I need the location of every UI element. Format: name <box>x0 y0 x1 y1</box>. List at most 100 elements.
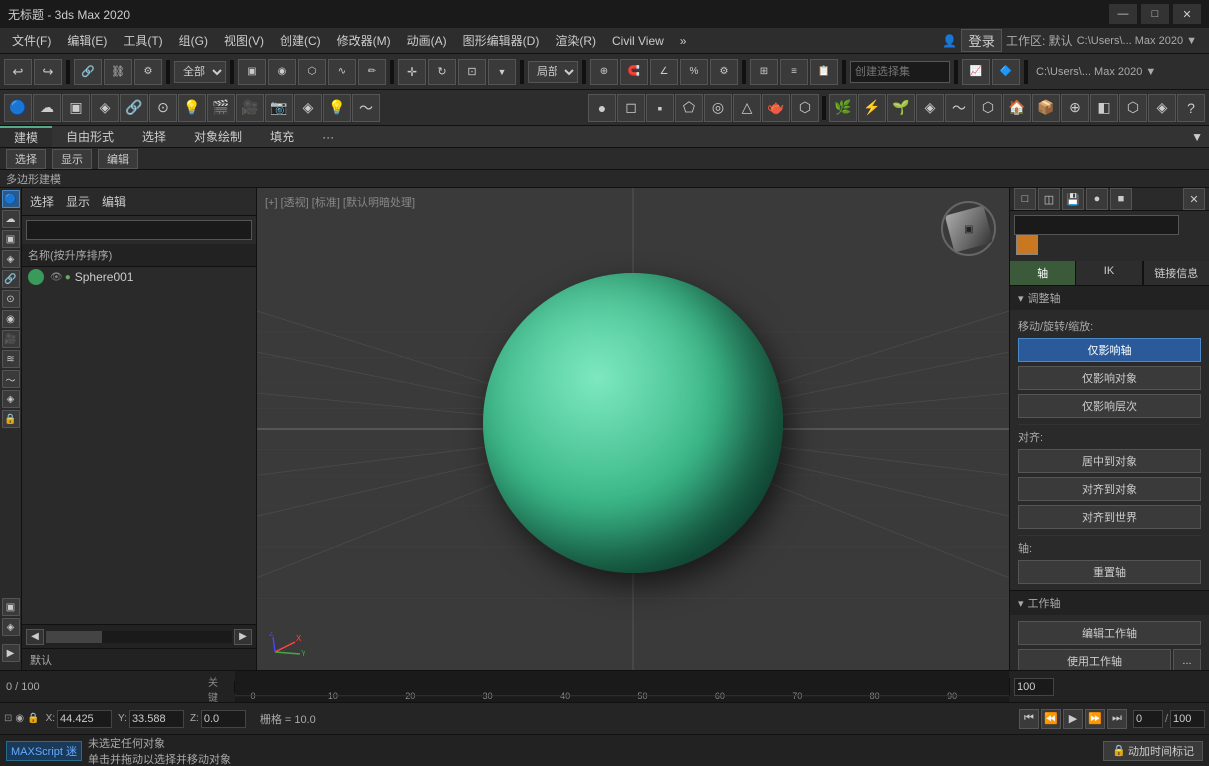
ls-icon-10[interactable]: 〜 <box>2 370 20 388</box>
select-lasso-button[interactable]: ∿ <box>328 59 356 85</box>
login-button[interactable]: 登录 <box>961 29 1002 52</box>
street-icon[interactable]: 📦 <box>1032 94 1060 122</box>
bolt-icon[interactable]: ⚡ <box>858 94 886 122</box>
menu-group[interactable]: 组(G) <box>171 30 216 51</box>
ls-icon-bottom2[interactable]: ◈ <box>2 618 20 636</box>
timeline-track[interactable]: 0 10 20 30 40 50 60 70 80 90 <box>235 671 1009 702</box>
motion-icon[interactable]: ⊙ <box>149 94 177 122</box>
ls-icon-bottom1[interactable]: ▣ <box>2 598 20 616</box>
move-button[interactable]: ✛ <box>398 59 426 85</box>
spinner-snap[interactable]: ⚙ <box>710 59 738 85</box>
ls-icon-2[interactable]: ☁ <box>2 210 20 228</box>
bind-button[interactable]: ⚙ <box>134 59 162 85</box>
total-frames-input[interactable] <box>1170 710 1205 728</box>
tree-icon[interactable]: 🌿 <box>829 94 857 122</box>
unlink-button[interactable]: ⛓ <box>104 59 132 85</box>
water-icon[interactable]: 〜 <box>945 94 973 122</box>
menu-file[interactable]: 文件(F) <box>4 30 59 51</box>
angle-snap[interactable]: ∠ <box>650 59 678 85</box>
extra3-icon[interactable]: ◈ <box>294 94 322 122</box>
percent-snap[interactable]: % <box>680 59 708 85</box>
menu-tools[interactable]: 工具(T) <box>115 30 170 51</box>
play-prev-btn[interactable]: ⏪ <box>1041 709 1061 729</box>
tab-axis[interactable]: 轴 <box>1010 261 1076 285</box>
redo-button[interactable]: ↪ <box>34 59 62 85</box>
cylinder-icon[interactable]: ⬠ <box>675 94 703 122</box>
rp-sphere[interactable]: ● <box>1086 188 1108 210</box>
ls-expand-btn[interactable]: ▶ <box>2 644 20 662</box>
sidebar-display-tab[interactable]: 显示 <box>66 193 90 210</box>
scrollbar-track[interactable] <box>46 631 232 643</box>
ls-icon-12[interactable]: 🔒 <box>2 410 20 428</box>
rock-icon[interactable]: ⬡ <box>974 94 1002 122</box>
reset-axis-btn[interactable]: 重置轴 <box>1018 560 1201 584</box>
menu-edit[interactable]: 编辑(E) <box>59 30 115 51</box>
ribbon-tab-more[interactable]: ··· <box>308 126 348 147</box>
cloud-icon[interactable]: ☁ <box>33 94 61 122</box>
pivot-button[interactable]: ⊕ <box>590 59 618 85</box>
reference-coord-dropdown[interactable]: 局部 <box>528 61 578 83</box>
create-geo-icon[interactable]: 🔵 <box>4 94 32 122</box>
list-item[interactable]: 👁 ● Sphere001 <box>22 267 256 287</box>
play-next-btn[interactable]: ⏩ <box>1085 709 1105 729</box>
align-button[interactable]: ≡ <box>780 59 808 85</box>
x-input[interactable] <box>57 710 112 728</box>
menu-modifier[interactable]: 修改器(M) <box>329 30 399 51</box>
rp-settings[interactable]: ✕ <box>1183 188 1205 210</box>
current-frame-input[interactable] <box>1133 710 1163 728</box>
play-stop-btn[interactable]: ▶ <box>1063 709 1083 729</box>
scale-button[interactable]: ⊡ <box>458 59 486 85</box>
ls-icon-7[interactable]: ◉ <box>2 310 20 328</box>
close-button[interactable]: ✕ <box>1173 4 1201 24</box>
extra-geo2[interactable]: ◧ <box>1090 94 1118 122</box>
extra-geo3[interactable]: ⬡ <box>1119 94 1147 122</box>
center-to-object-btn[interactable]: 居中到对象 <box>1018 449 1201 473</box>
menu-create[interactable]: 创建(C) <box>272 30 329 51</box>
z-input[interactable] <box>201 710 246 728</box>
tab-link-info[interactable]: 链接信息 <box>1143 261 1209 285</box>
y-input[interactable] <box>129 710 184 728</box>
color-swatch-button[interactable] <box>1016 235 1038 255</box>
affect-axis-only-btn[interactable]: 仅影响轴 <box>1018 338 1201 362</box>
scale-dropdown[interactable]: ▼ <box>488 59 516 85</box>
maxscript-button[interactable]: MAXScript 迷 <box>6 741 82 761</box>
ribbon-tab-selection[interactable]: 选择 <box>128 126 180 147</box>
maximize-button[interactable]: □ <box>1141 4 1169 24</box>
ls-icon-3[interactable]: ▣ <box>2 230 20 248</box>
affect-hierarchy-btn[interactable]: 仅影响层次 <box>1018 394 1201 418</box>
select-filter-dropdown[interactable]: 全部 <box>174 61 226 83</box>
select-fence-button[interactable]: ⬡ <box>298 59 326 85</box>
modifier-icon[interactable]: ◈ <box>91 94 119 122</box>
ls-icon-9[interactable]: ≋ <box>2 350 20 368</box>
ribbon-tab-populate[interactable]: 填充 <box>256 126 308 147</box>
ribbon-tab-modeling[interactable]: 建模 <box>0 126 52 147</box>
ls-icon-11[interactable]: ◈ <box>2 390 20 408</box>
extra2-icon[interactable]: 📷 <box>265 94 293 122</box>
help-icon[interactable]: ? <box>1177 94 1205 122</box>
align-to-object-btn[interactable]: 对齐到对象 <box>1018 477 1201 501</box>
viewport-nav-cube[interactable]: ▣ <box>936 196 1001 261</box>
ls-icon-1[interactable]: 🔵 <box>2 190 20 208</box>
cone-icon[interactable]: △ <box>733 94 761 122</box>
layer-button[interactable]: 📋 <box>810 59 838 85</box>
select-rectangle-button[interactable]: ▣ <box>238 59 266 85</box>
search-input[interactable] <box>26 220 252 240</box>
viewport[interactable]: [+] [透视] [标准] [默认明暗处理] <box>257 188 1009 670</box>
torus-icon[interactable]: ◎ <box>704 94 732 122</box>
extra1-icon[interactable]: 🎥 <box>236 94 264 122</box>
rotate-button[interactable]: ↻ <box>428 59 456 85</box>
hierarchy-icon[interactable]: 🔗 <box>120 94 148 122</box>
light-icon[interactable]: 💡 <box>323 94 351 122</box>
box-icon[interactable]: ▪ <box>646 94 674 122</box>
mirror-button[interactable]: ⊞ <box>750 59 778 85</box>
menu-animation[interactable]: 动画(A) <box>399 30 455 51</box>
nav-next-btn[interactable]: ▶ <box>234 629 252 645</box>
rp-icon-1[interactable]: □ <box>1014 188 1036 210</box>
display-icon[interactable]: 💡 <box>178 94 206 122</box>
frame-input[interactable] <box>1014 678 1054 696</box>
curve-editor-btn[interactable]: 📈 <box>962 59 990 85</box>
plane-icon[interactable]: ◻ <box>617 94 645 122</box>
ls-icon-4[interactable]: ◈ <box>2 250 20 268</box>
rp-icon-2[interactable]: ◫ <box>1038 188 1060 210</box>
stone-icon[interactable]: ◈ <box>916 94 944 122</box>
